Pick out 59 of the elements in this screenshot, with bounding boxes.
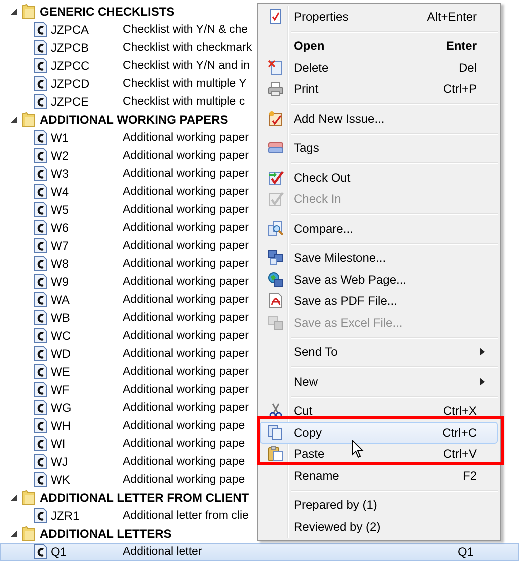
item-code: WD [51, 347, 72, 361]
item-description: Additional working pape [123, 438, 246, 450]
item-code: WG [51, 401, 73, 415]
item-code: Q1 [51, 545, 68, 559]
group-label: ADDITIONAL LETTER FROM CLIENT [40, 491, 250, 505]
item-description: Checklist with Y/N and in [123, 60, 250, 72]
item-description: Additional working paper [123, 222, 249, 234]
item-description: Additional working paper [123, 276, 249, 288]
item-code: W8 [51, 257, 70, 271]
item-description: Additional letter [123, 546, 202, 558]
item-code: WK [51, 473, 72, 487]
item-description: Additional working paper [123, 132, 249, 144]
item-description: Checklist with Y/N & che [123, 24, 248, 36]
item-description: Additional working paper [123, 348, 249, 360]
item-description: Additional working paper [123, 168, 249, 180]
item-code: WE [51, 365, 72, 379]
item-description: Additional working paper [123, 240, 249, 252]
group-label: GENERIC CHECKLISTS [40, 5, 175, 19]
item-code: W6 [51, 221, 70, 235]
item-code: WJ [51, 455, 70, 469]
group-label: ADDITIONAL WORKING PAPERS [40, 113, 228, 127]
item-description: Additional working paper [123, 186, 249, 198]
item-code: W9 [51, 275, 70, 289]
item-description: Additional working pape [123, 474, 246, 486]
item-code: WB [51, 311, 72, 325]
item-code: WF [51, 383, 71, 397]
item-code: WA [51, 293, 71, 307]
item-description: Additional working paper [123, 294, 249, 306]
item-code: JZPCD [51, 77, 91, 91]
item-code: WC [51, 329, 72, 343]
item-description: Additional working paper [123, 402, 249, 414]
item-description: Additional working pape [123, 456, 246, 468]
item-code: W7 [51, 239, 70, 253]
group-label: ADDITIONAL LETTERS [40, 527, 172, 541]
item-code: W1 [51, 131, 70, 145]
item-code: JZPCE [51, 95, 90, 109]
item-code: JZPCA [51, 23, 90, 37]
item-code: W3 [51, 167, 70, 181]
item-description: Additional working paper [123, 366, 249, 378]
item-description: Additional working paper [123, 258, 249, 270]
item-column-value: Q1 [458, 545, 474, 559]
item-code: W2 [51, 149, 70, 163]
item-description: Additional working paper [123, 150, 249, 162]
item-description: Additional working pape [123, 420, 246, 432]
item-code: W5 [51, 203, 70, 217]
item-code: JZPCC [51, 59, 91, 73]
item-code: WI [51, 437, 67, 451]
item-code: JZR1 [51, 509, 81, 523]
item-description: Checklist with multiple c [123, 96, 246, 108]
item-description: Additional letter from clie [123, 510, 249, 522]
item-description: Additional working paper [123, 312, 249, 324]
item-description: Additional working paper [123, 204, 249, 216]
item-code: WH [51, 419, 72, 433]
item-code: JZPCB [51, 41, 90, 55]
item-code: W4 [51, 185, 70, 199]
item-description: Additional working paper [123, 384, 249, 396]
item-description: Additional working paper [123, 330, 249, 342]
item-description: Checklist with multiple Y [123, 78, 247, 90]
item-description: Checklist with checkmark [123, 42, 252, 54]
